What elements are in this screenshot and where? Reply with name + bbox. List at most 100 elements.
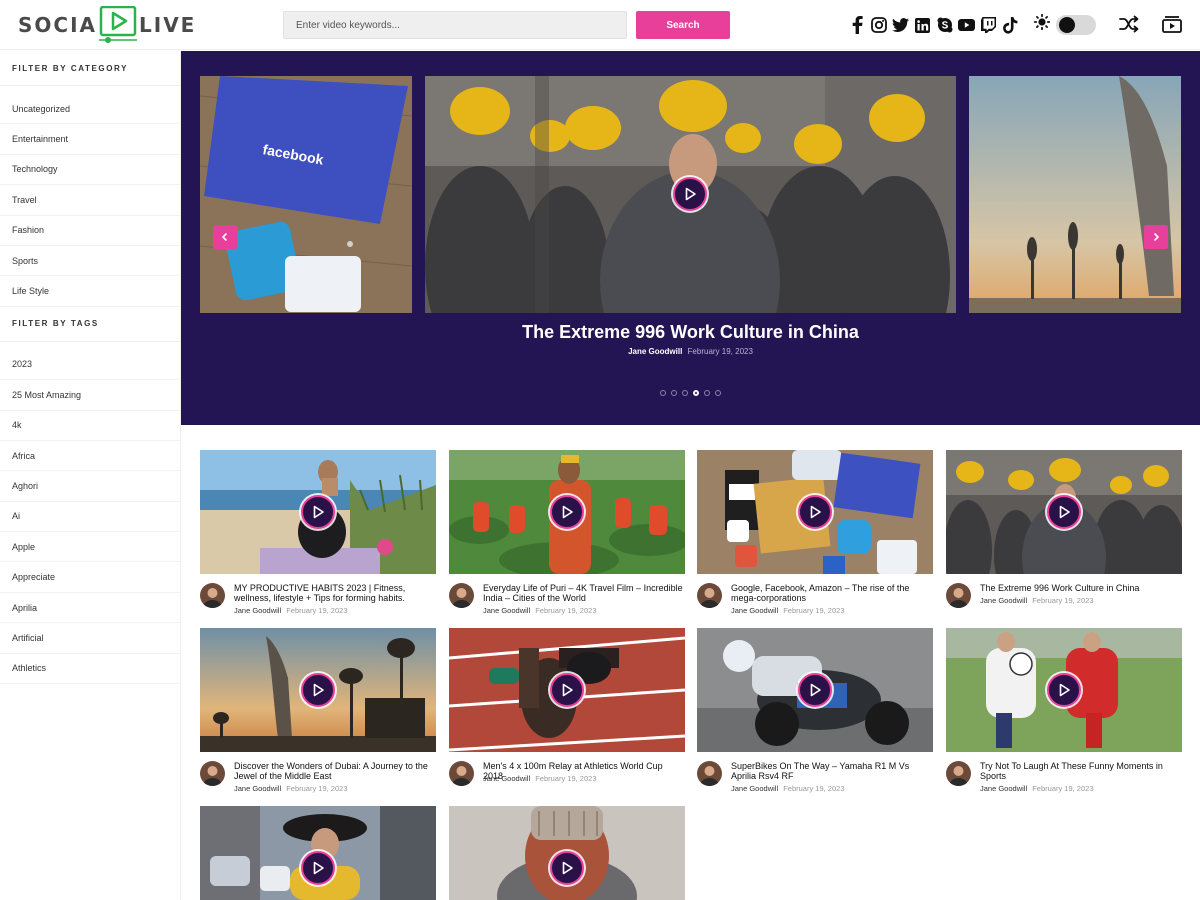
video-card[interactable]: Men's 4 x 100m Relay at Athletics World … [449, 628, 685, 802]
tiktok-icon[interactable] [1002, 15, 1019, 35]
slider-prev-button[interactable] [213, 225, 237, 249]
slider-dot[interactable] [682, 390, 688, 396]
video-date: February 19, 2023 [286, 606, 348, 615]
video-title[interactable]: The Extreme 996 Work Culture in China [980, 583, 1182, 593]
slider-dot[interactable] [693, 390, 699, 396]
video-title[interactable]: Everyday Life of Puri – 4K Travel Film –… [483, 583, 685, 603]
slide-thumbnail-prev[interactable]: facebook [200, 76, 412, 313]
author-avatar[interactable] [697, 583, 722, 608]
video-title[interactable]: SuperBikes On The Way – Yamaha R1 M Vs A… [731, 761, 933, 781]
dark-mode-toggle[interactable] [1056, 14, 1096, 35]
video-title[interactable]: Google, Facebook, Amazon – The rise of t… [731, 583, 933, 603]
author-avatar[interactable] [200, 761, 225, 786]
search-button[interactable]: Search [636, 11, 730, 39]
video-title[interactable]: Try Not To Laugh At These Funny Moments … [980, 761, 1182, 781]
slider-dot[interactable] [715, 390, 721, 396]
video-card[interactable]: Discover the Wonders of Dubai: A Journey… [200, 628, 436, 802]
author-avatar[interactable] [946, 761, 971, 786]
sidebar-tag-item[interactable]: Aghori [0, 471, 180, 502]
site-logo[interactable]: SOCIA LIVE [18, 6, 196, 44]
sidebar-tag-item[interactable]: 25 Most Amazing [0, 380, 180, 411]
video-meta: Jane Goodwill February 19, 2023 [980, 784, 1094, 793]
video-date: February 19, 2023 [783, 784, 845, 793]
sidebar-tag-item[interactable]: Artificial [0, 623, 180, 654]
play-button[interactable] [1047, 495, 1081, 529]
play-button[interactable] [301, 673, 335, 707]
sidebar-category-item[interactable]: Sports [0, 246, 180, 277]
video-card[interactable] [449, 806, 685, 900]
sidebar-tag-item[interactable]: Apple [0, 532, 180, 563]
author-avatar[interactable] [946, 583, 971, 608]
sidebar-category-item[interactable]: Uncategorized [0, 94, 180, 125]
slider-dot[interactable] [704, 390, 710, 396]
video-title[interactable]: Discover the Wonders of Dubai: A Journey… [234, 761, 436, 781]
twitter-icon[interactable] [892, 15, 909, 35]
author-avatar[interactable] [449, 583, 474, 608]
author-avatar[interactable] [200, 583, 225, 608]
play-button[interactable] [550, 673, 584, 707]
logo-text-right: LIVE [139, 13, 197, 37]
video-meta: Jane Goodwill February 19, 2023 [234, 606, 348, 615]
hero-author[interactable]: Jane Goodwill [628, 347, 682, 356]
sidebar-category-item[interactable]: Travel [0, 185, 180, 216]
sidebar-tag-item[interactable]: Aprilia [0, 593, 180, 624]
sidebar-tag-item[interactable]: Appreciate [0, 562, 180, 593]
author-avatar[interactable] [449, 761, 474, 786]
video-card[interactable]: Google, Facebook, Amazon – The rise of t… [697, 450, 933, 624]
video-card[interactable]: Everyday Life of Puri – 4K Travel Film –… [449, 450, 685, 624]
sidebar-category-item[interactable]: Technology [0, 155, 180, 186]
video-title[interactable]: MY PRODUCTIVE HABITS 2023 | Fitness, wel… [234, 583, 436, 603]
sidebar-tag-item[interactable]: Africa [0, 441, 180, 472]
video-author[interactable]: Jane Goodwill [980, 784, 1027, 793]
dark-mode-control [1033, 13, 1096, 35]
play-button[interactable] [798, 673, 832, 707]
sidebar-category-item[interactable]: Entertainment [0, 124, 180, 155]
video-date: February 19, 2023 [1032, 596, 1094, 605]
play-button[interactable] [550, 495, 584, 529]
slide-thumbnail-next[interactable] [969, 76, 1181, 313]
play-button[interactable] [550, 851, 584, 885]
sidebar-tag-item[interactable]: 2023 [0, 350, 180, 381]
slider-dot[interactable] [671, 390, 677, 396]
play-button[interactable] [301, 495, 335, 529]
linkedin-icon[interactable] [914, 15, 931, 35]
video-author[interactable]: Jane Goodwill [483, 774, 530, 783]
sidebar-tag-item[interactable]: Athletics [0, 654, 180, 685]
video-author[interactable]: Jane Goodwill [731, 784, 778, 793]
sidebar-category-item[interactable]: Life Style [0, 276, 180, 307]
sidebar-tag-item[interactable]: Ai [0, 502, 180, 533]
slider-dot[interactable] [660, 390, 666, 396]
video-author[interactable]: Jane Goodwill [483, 606, 530, 615]
instagram-icon[interactable] [870, 15, 887, 35]
play-button[interactable] [798, 495, 832, 529]
video-card[interactable]: SuperBikes On The Way – Yamaha R1 M Vs A… [697, 628, 933, 802]
video-date: February 19, 2023 [535, 606, 597, 615]
video-date: February 19, 2023 [286, 784, 348, 793]
search-input[interactable] [283, 11, 627, 39]
youtube-icon[interactable] [958, 15, 975, 35]
sidebar-tag-item[interactable]: 4k [0, 411, 180, 441]
video-author[interactable]: Jane Goodwill [234, 606, 281, 615]
video-card[interactable]: MY PRODUCTIVE HABITS 2023 | Fitness, wel… [200, 450, 436, 624]
facebook-icon[interactable] [848, 15, 865, 35]
video-author[interactable]: Jane Goodwill [731, 606, 778, 615]
logo-text-left: SOCIA [18, 13, 98, 37]
twitch-icon[interactable] [980, 15, 997, 35]
video-playlist-icon[interactable] [1161, 14, 1183, 39]
video-meta: Jane Goodwill February 19, 2023 [483, 606, 597, 615]
video-author[interactable]: Jane Goodwill [234, 784, 281, 793]
video-meta: Jane Goodwill February 19, 2023 [731, 606, 845, 615]
video-card[interactable]: The Extreme 996 Work Culture in China Ja… [946, 450, 1182, 624]
video-card[interactable] [200, 806, 436, 900]
video-author[interactable]: Jane Goodwill [980, 596, 1027, 605]
skype-icon[interactable] [936, 15, 953, 35]
play-button[interactable] [1047, 673, 1081, 707]
sidebar-category-item[interactable]: Fashion [0, 216, 180, 246]
play-button[interactable] [301, 851, 335, 885]
slider-next-button[interactable] [1144, 225, 1168, 249]
video-card[interactable]: Try Not To Laugh At These Funny Moments … [946, 628, 1182, 802]
shuffle-icon[interactable] [1118, 14, 1140, 39]
hero-video-title[interactable]: The Extreme 996 Work Culture in China [181, 322, 1200, 343]
author-avatar[interactable] [697, 761, 722, 786]
hero-play-button[interactable] [673, 177, 707, 211]
